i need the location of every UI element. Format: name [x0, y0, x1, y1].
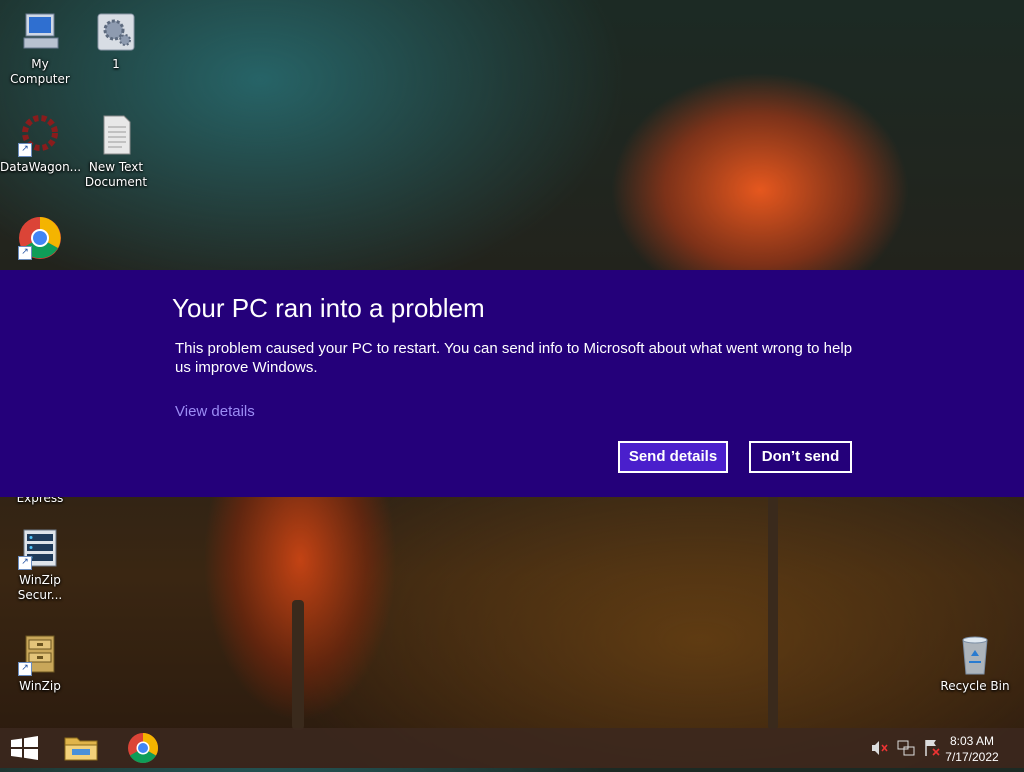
view-details-link[interactable]: View details [175, 403, 255, 420]
error-title: Your PC ran into a problem [172, 293, 485, 323]
taskbar: 8:03 AM 7/17/2022 [0, 728, 1024, 768]
flower-stem [768, 490, 778, 730]
text-document-icon [94, 113, 138, 157]
dont-send-button[interactable]: Don’t send [749, 441, 852, 473]
desktop-icon-winzip-secure[interactable]: ↗ WinZip Secur... [0, 526, 80, 603]
start-button[interactable] [0, 728, 50, 768]
system-clock[interactable]: 8:03 AM 7/17/2022 [942, 733, 1002, 765]
shortcut-arrow-icon: ↗ [18, 143, 32, 157]
flower-stem [292, 600, 304, 730]
desktop-icon-label: New Text Document [84, 160, 148, 189]
file-explorer-icon [64, 737, 98, 761]
clock-date: 7/17/2022 [945, 750, 999, 764]
send-details-button[interactable]: Send details [618, 441, 728, 473]
taskbar-file-explorer[interactable] [56, 728, 106, 768]
computer-icon [18, 10, 62, 54]
volume-muted-icon [872, 741, 888, 755]
network-icon [897, 740, 915, 756]
volume-button[interactable] [866, 728, 892, 768]
shortcut-arrow-icon: ↗ [18, 556, 32, 570]
desktop-icon-label: WinZip Secur... [17, 573, 63, 602]
desktop-icon-datawagon[interactable]: ↗ DataWagon... [0, 113, 82, 175]
desktop-icon-label: WinZip [19, 679, 61, 693]
desktop-icon-winzip[interactable]: ↗ WinZip [0, 632, 80, 694]
desktop-icon-1[interactable]: 1 [76, 10, 156, 72]
desktop-icon-label: Recycle Bin [940, 679, 1010, 693]
desktop-icon-recycle-bin[interactable]: Recycle Bin [935, 632, 1015, 694]
start-icon [11, 736, 38, 760]
chrome-icon [128, 733, 159, 764]
taskbar-chrome[interactable] [118, 728, 168, 768]
chrome-icon: ↗ [18, 216, 62, 260]
network-button[interactable] [893, 728, 919, 768]
clock-time: 8:03 AM [949, 734, 995, 748]
error-dialog [0, 270, 1024, 497]
desktop-icon-label: DataWagon... [0, 160, 82, 174]
desktop-icon-new-text-document[interactable]: New Text Document [76, 113, 156, 190]
datawagon-icon: ↗ [18, 113, 62, 157]
shortcut-arrow-icon: ↗ [18, 246, 32, 260]
winzip-icon: ↗ [18, 632, 62, 676]
settings-file-icon [94, 10, 138, 54]
desktop-icon-my-computer[interactable]: My Computer [0, 10, 80, 87]
shortcut-arrow-icon: ↗ [18, 662, 32, 676]
desktop-icon-label: 1 [112, 57, 120, 71]
desktop-icon-label: My Computer [10, 57, 70, 86]
winzip-secure-icon: ↗ [18, 526, 62, 570]
recycle-bin-icon [953, 632, 997, 676]
error-message: This problem caused your PC to restart. … [175, 340, 853, 376]
desktop-icon-chrome[interactable]: ↗ [0, 216, 80, 263]
